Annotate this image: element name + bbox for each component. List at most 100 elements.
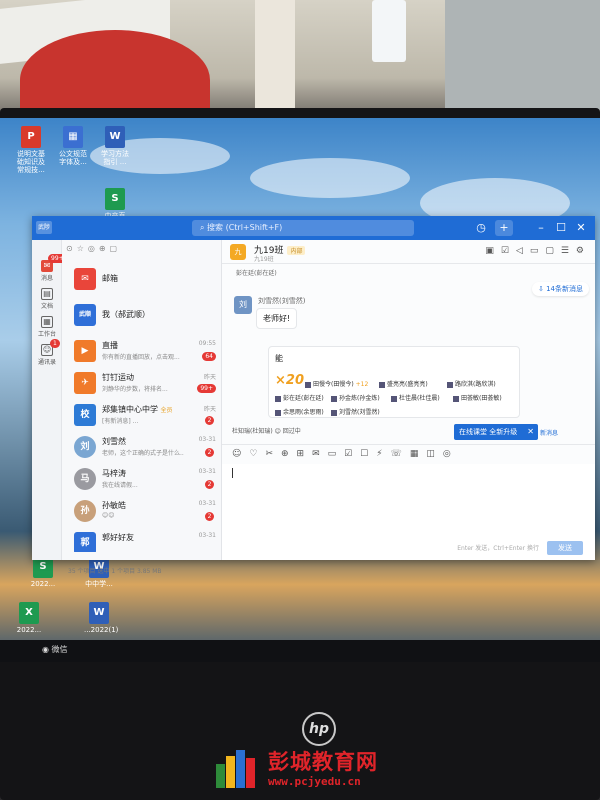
desktop-icon[interactable]: P 说明文基础知识及常规技... xyxy=(16,126,46,174)
participant-chip: 路欣淇(路欣淇) xyxy=(447,379,496,388)
nav-messages[interactable]: ✉ 消息 99+ xyxy=(34,254,67,282)
photo-scene: P 说明文基础知识及常规技... ▦ 公文规范字体及... W 学习方法指引 .… xyxy=(0,0,600,800)
promo-label: 在线课堂 全新升级 xyxy=(459,428,518,436)
maximize-icon[interactable]: ☐ xyxy=(552,220,570,236)
conversation-preview: 你有新的直播回放，点击观... xyxy=(102,354,180,361)
conversation-item[interactable]: 马 马梓涛 我在线请假... 03-31 2 xyxy=(62,464,222,494)
new-messages-link[interactable]: 新消息 xyxy=(540,428,558,437)
window xyxy=(445,0,600,125)
desktop-icon[interactable]: X 2022... xyxy=(14,602,44,634)
nav-label: 文档 xyxy=(40,303,53,310)
desktop-icon[interactable]: W 学习方法指引 ... xyxy=(100,126,130,166)
nav-contacts[interactable]: ☺ 通讯录 1 xyxy=(34,339,60,366)
message-sender-top: 彭在廷(彭在廷) xyxy=(236,270,277,277)
close-icon[interactable]: ✕ xyxy=(572,220,590,236)
title-bar: 武陟 ⌕ 搜索 (Ctrl+Shift+F) ◷ + – ☐ ✕ xyxy=(32,216,595,240)
nav-label: 通讯录 xyxy=(37,359,56,366)
nav-docs[interactable]: ▤ 文档 xyxy=(34,288,60,310)
nav-label: 消息 xyxy=(40,275,53,282)
unread-badge: 2 xyxy=(205,480,214,489)
desktop-icon-label: 公文规范字体及... xyxy=(59,150,87,166)
add-button[interactable]: + xyxy=(495,220,513,236)
header-tools[interactable]: ▣☑◁▭▢☰⚙ xyxy=(485,246,591,256)
conversation-item[interactable]: ▶ 直播 你有新的直播回放，点击观... 09:55 64 xyxy=(62,336,222,366)
conversation-item[interactable]: ✉ 邮箱 xyxy=(62,264,222,294)
message-sender: 刘雪然(刘雪然) xyxy=(258,297,306,305)
desktop-icon-label: 2022... xyxy=(16,626,42,634)
conversation-time: 昨天 xyxy=(203,374,216,381)
conversation-item[interactable]: 郭 郭好好友 03-31 xyxy=(62,528,222,552)
conversation-time: 09:55 xyxy=(198,340,216,347)
search-input[interactable]: ⌕ 搜索 (Ctrl+Shift+F) xyxy=(192,220,414,236)
conversation-name: 刘雪然 xyxy=(102,437,126,446)
participant-chip: 杜佳晨(杜佳晨) xyxy=(391,393,440,402)
desktop-icon[interactable]: S 2022... xyxy=(28,556,58,588)
message-input[interactable]: Enter 发送，Ctrl+Enter 换行 发送 xyxy=(222,464,595,560)
conversation-name: 郭好好友 xyxy=(102,533,134,542)
participant-chip: 彭在廷(彭在廷) xyxy=(275,393,324,402)
conversation-preview: 老师，这个正确的式子是什么... xyxy=(102,450,184,457)
group-avatar[interactable]: 九 xyxy=(230,244,246,260)
card-title: 能 xyxy=(275,354,283,363)
avatar[interactable]: 刘 xyxy=(234,296,252,314)
app-logo[interactable]: 武陟 xyxy=(36,221,52,234)
file-status-bar: 35 个项目 选中 1 个项目 3.85 MB xyxy=(68,568,162,575)
unread-badge: 2 xyxy=(205,416,214,425)
input-toolbar[interactable]: ☺♡✂⊕⊞✉▭☑☐⚡☏▦◫◎ xyxy=(222,444,595,464)
conversation-name: 直播 xyxy=(102,341,118,350)
reaction-card[interactable]: 能 ×20 田慢今(田慢今) +12 盛亮亮(盛亮亮) 路欣淇(路欣淇) 彭在廷… xyxy=(268,346,520,418)
close-icon[interactable]: ✕ xyxy=(527,424,534,440)
avatar: 孙 xyxy=(74,500,96,522)
pdf-file-icon: P xyxy=(21,126,41,148)
participant-chip: 孙金炼(孙金炼) xyxy=(331,393,380,402)
online-class-promo[interactable]: 在线课堂 全新升级 ✕ xyxy=(454,424,538,440)
wechat-label: 微信 xyxy=(51,645,68,654)
list-toolbar[interactable]: ⊙☆◎⊕▢ xyxy=(66,244,216,256)
nav-workbench[interactable]: ▦ 工作台 xyxy=(34,316,60,338)
sheet-file-icon: S xyxy=(105,188,125,210)
conversation-name-text: 郑集镇中心中学 xyxy=(102,405,158,414)
message-bubble[interactable]: 老师好! xyxy=(256,308,298,329)
desktop-icon[interactable]: ▦ 公文规范字体及... xyxy=(58,126,88,166)
group-tag: 全员 xyxy=(160,407,173,414)
conversation-time: 03-31 xyxy=(198,436,216,443)
conversation-item[interactable]: 孙 孙敏皓 😊😊 03-31 2 xyxy=(62,496,222,526)
unread-badge: 64 xyxy=(202,352,216,361)
sheet-file-icon: X xyxy=(19,602,39,624)
conversation-name: 我（郝武顺） xyxy=(102,310,150,319)
desktop-icon-label: 中中学... xyxy=(85,580,113,588)
avatar: 刘 xyxy=(74,436,96,458)
live-icon: ▶ xyxy=(74,340,96,362)
document-icon: ▤ xyxy=(41,288,53,300)
send-button[interactable]: 发送 xyxy=(547,541,583,555)
conversation-item[interactable]: ✈ 钉钉运动 刘静华的步数，将排名... 昨天 99+ xyxy=(62,368,222,398)
hp-logo: hp xyxy=(302,712,336,746)
taskbar xyxy=(0,640,600,662)
conversation-item[interactable]: 刘 刘雪然 老师，这个正确的式子是什么... 03-31 2 xyxy=(62,432,222,462)
desktop-icon[interactable]: W ...2022(1) xyxy=(84,602,118,634)
unread-badge: 2 xyxy=(205,512,214,521)
ceiling-lamp xyxy=(372,0,406,62)
grid-icon: ▦ xyxy=(41,316,53,328)
conversation-item[interactable]: 武顺 我（郝武顺） xyxy=(62,300,222,330)
new-messages-label: 14条新消息 xyxy=(546,285,583,293)
watermark-title: 彭城教育网 xyxy=(268,750,378,774)
conversation-preview: 😊😊 xyxy=(102,512,115,519)
chat-header: 九 九19班 内部 九19班 ▣☑◁▭▢☰⚙ xyxy=(222,240,595,264)
chat-app-window: 武陟 ⌕ 搜索 (Ctrl+Shift+F) ◷ + – ☐ ✕ ✉ 消息 99… xyxy=(32,216,595,575)
unread-badge: 99+ xyxy=(197,384,216,393)
taskbar-wechat[interactable]: ◉ 微信 xyxy=(42,644,68,655)
wall-pillar xyxy=(255,0,295,110)
minimize-icon[interactable]: – xyxy=(532,220,550,236)
conversation-name: 邮箱 xyxy=(102,274,118,283)
history-icon[interactable]: ◷ xyxy=(472,220,490,236)
conversation-name: 郑集镇中心中学 全员 xyxy=(102,404,173,415)
word-file-icon: W xyxy=(105,126,125,148)
send-hint: Enter 发送，Ctrl+Enter 换行 xyxy=(457,545,539,552)
participant-chip: 余思雨(余思雨) xyxy=(275,407,324,416)
book-logo-icon xyxy=(216,748,260,788)
conversation-item[interactable]: 校 郑集镇中心中学 全员 [有新消息] ... 昨天 2 xyxy=(62,400,222,430)
new-messages-button[interactable]: ⇩ 14条新消息 xyxy=(531,282,589,296)
word-file-icon: W xyxy=(89,602,109,624)
search-placeholder: 搜索 (Ctrl+Shift+F) xyxy=(207,223,283,232)
